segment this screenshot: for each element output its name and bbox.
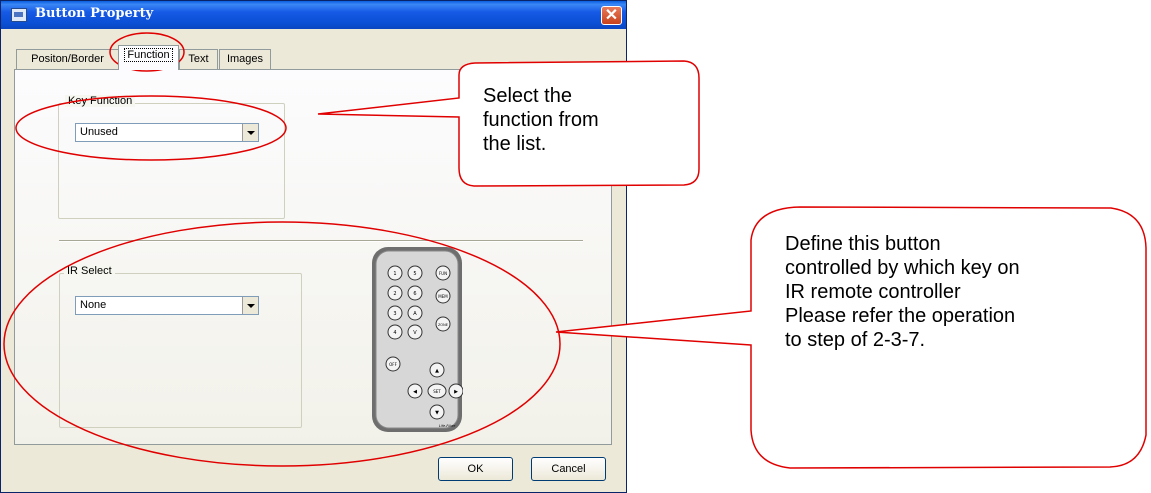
remote-label-2: 2 <box>393 291 396 297</box>
ok-button[interactable]: OK <box>438 457 513 481</box>
ir-callout-text: Define this button controlled by which k… <box>785 232 1020 352</box>
remote-label-fun: FUN <box>439 271 447 276</box>
ir-select-value: None <box>80 299 107 311</box>
callout-line: to step of 2-3-7. <box>785 329 926 351</box>
remote-label-zone: ZONE <box>438 323 448 327</box>
remote-label-off: OFF <box>389 362 397 367</box>
ir-remote-image: 1 5 2 6 3 A 4 V FUN MEM ZONE OFF ▲ ◀ SET… <box>372 247 463 432</box>
tab-label: Text <box>188 53 209 65</box>
title-bar[interactable]: Button Property ✕ <box>1 1 626 29</box>
tab-label: Positon/Border <box>31 53 104 65</box>
separator <box>59 240 583 242</box>
dropdown-button[interactable] <box>242 124 258 141</box>
remote-label-right: ▶ <box>454 389 458 395</box>
tab-function[interactable]: Function <box>118 45 179 70</box>
key-function-label: Key Function <box>65 95 136 107</box>
callout-line: Please refer the operation <box>785 305 1016 327</box>
cancel-button[interactable]: Cancel <box>531 457 606 481</box>
remote-label-5: 5 <box>413 271 416 277</box>
key-function-select[interactable]: Unused <box>75 123 259 142</box>
ir-select-select[interactable]: None <box>75 296 259 315</box>
remote-label-a: A <box>413 311 417 317</box>
remote-label-set: SET <box>433 389 441 394</box>
tab-images[interactable]: Images <box>219 49 271 69</box>
callout-line: function from <box>483 109 599 131</box>
tab-position-border[interactable]: Positon/Border <box>16 49 119 69</box>
callout-line: Define this button <box>785 233 941 255</box>
chevron-down-icon <box>246 130 255 135</box>
tab-label: Function <box>124 48 173 62</box>
tab-text[interactable]: Text <box>179 49 218 69</box>
close-icon: ✕ <box>604 6 619 24</box>
remote-label-1: 1 <box>393 271 396 277</box>
ir-select-label: IR Select <box>64 265 115 277</box>
callout-line: IR remote controller <box>785 281 961 303</box>
close-button[interactable]: ✕ <box>601 6 622 25</box>
key-function-group <box>58 103 285 219</box>
remote-label-left: ◀ <box>413 389 417 395</box>
remote-label-3: 3 <box>393 311 396 317</box>
key-function-value: Unused <box>80 126 118 138</box>
chevron-down-icon <box>246 303 255 308</box>
tab-label: Images <box>226 53 264 65</box>
remote-label-v: V <box>413 330 417 336</box>
callout-line: Select the <box>483 85 572 107</box>
remote-label-up: ▲ <box>435 368 439 374</box>
remote-brand: Life-Fiber <box>439 424 456 428</box>
window-title: Button Property <box>35 6 154 21</box>
window-app-icon <box>11 8 27 22</box>
dropdown-button[interactable] <box>242 297 258 314</box>
function-callout-text: Select the function from the list. <box>483 84 599 156</box>
button-property-dialog: Button Property ✕ Positon/Border Functio… <box>0 0 627 493</box>
callout-line: controlled by which key on <box>785 257 1020 279</box>
remote-label-4: 4 <box>393 330 396 336</box>
callout-line: the list. <box>483 133 547 155</box>
remote-label-6: 6 <box>413 291 416 297</box>
remote-label-mem: MEM <box>438 294 448 299</box>
remote-label-down: ▼ <box>435 410 439 416</box>
